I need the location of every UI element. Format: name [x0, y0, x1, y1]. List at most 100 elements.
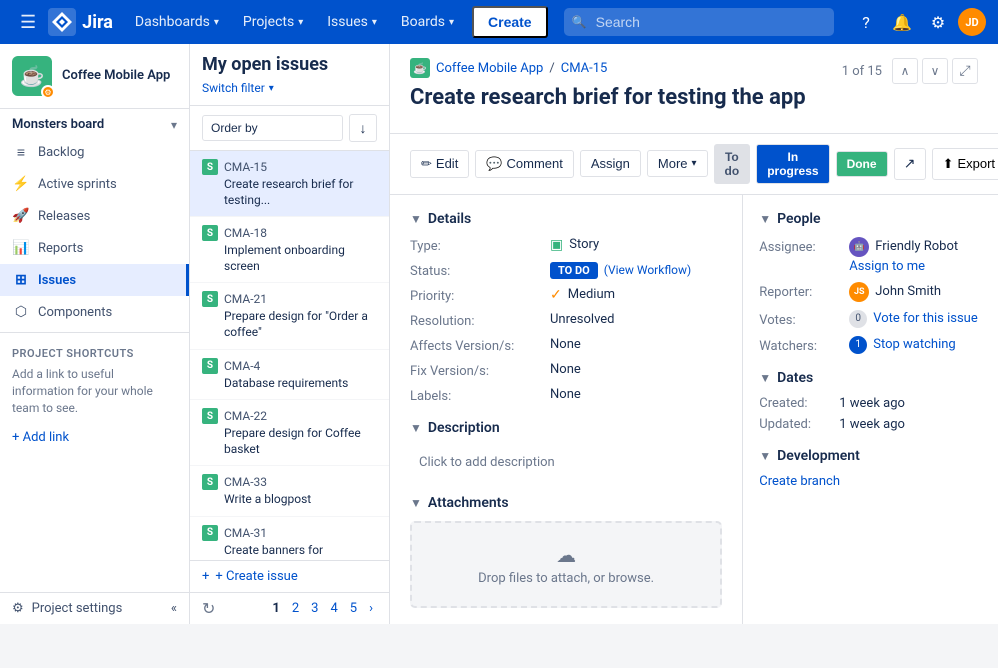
search-container — [564, 8, 834, 36]
add-link-button[interactable]: + Add link — [0, 426, 189, 449]
issue-nav-counter: 1 of 15 — [842, 64, 882, 79]
people-section-header[interactable]: ▼ People — [759, 211, 987, 227]
page-5[interactable]: 5 — [346, 599, 361, 618]
issue-list-item[interactable]: S CMA-31 Create banners for Facebook — [190, 517, 389, 560]
more-button[interactable]: More ▾ — [647, 150, 708, 177]
dev-toggle-icon: ▼ — [759, 449, 771, 463]
status-done-button[interactable]: Done — [836, 151, 888, 177]
share-button[interactable]: ↗ — [894, 148, 926, 180]
search-input[interactable] — [564, 8, 834, 36]
issue-list-item[interactable]: S CMA-15 Create research brief for testi… — [190, 151, 389, 217]
create-branch-link[interactable]: Create branch — [759, 474, 987, 489]
fix-value: None — [550, 362, 722, 377]
notifications-button[interactable]: 🔔 — [886, 6, 918, 38]
page-4[interactable]: 4 — [326, 599, 341, 618]
labels-label: Labels: — [410, 387, 550, 404]
create-issue-button[interactable]: + + Create issue — [190, 560, 389, 592]
issue-list-item[interactable]: S CMA-4 Database requirements — [190, 350, 389, 401]
project-settings[interactable]: ⚙ Project settings « — [0, 592, 189, 624]
labels-value: None — [550, 387, 722, 402]
status-inprogress-button[interactable]: In progress — [756, 144, 829, 184]
type-label: Type: — [410, 237, 550, 254]
watch-count-badge: 1 — [849, 336, 867, 354]
details-section: ▼ Details Type: ▣ Story — [410, 211, 722, 404]
reporter-label: Reporter: — [759, 282, 849, 300]
stop-watching-link[interactable]: Stop watching — [873, 337, 955, 352]
sidebar-item-components[interactable]: ⬡ Components — [0, 296, 189, 328]
issue-list-item[interactable]: S CMA-18 Implement onboarding screen — [190, 217, 389, 283]
watchers-row-inner: 1 Stop watching — [849, 336, 987, 354]
dates-section-header[interactable]: ▼ Dates — [759, 370, 987, 386]
switch-filter[interactable]: Switch filter ▾ — [202, 81, 377, 95]
settings-icon: ⚙ — [12, 601, 24, 616]
issue-title: Write a blogpost — [202, 492, 377, 508]
help-button[interactable]: ? — [850, 6, 882, 38]
issue-next-button[interactable]: ∨ — [922, 58, 948, 84]
board-collapse-icon: ▾ — [171, 118, 177, 132]
view-workflow-link[interactable]: (View Workflow) — [604, 263, 691, 277]
status-todo-button[interactable]: To do — [714, 144, 751, 184]
status-badge[interactable]: TO DO — [550, 262, 598, 279]
reporter-person: JS John Smith — [849, 282, 987, 302]
page-1[interactable]: 1 — [268, 599, 283, 618]
sidebar-item-backlog[interactable]: ≡ Backlog — [0, 136, 189, 168]
nav-issues[interactable]: Issues ▾ — [317, 8, 387, 36]
create-button[interactable]: Create — [472, 6, 548, 38]
dev-section-header[interactable]: ▼ Development — [759, 448, 987, 464]
breadcrumb-project[interactable]: Coffee Mobile App — [436, 61, 543, 76]
issue-list-item[interactable]: S CMA-33 Write a blogpost — [190, 466, 389, 517]
export-button[interactable]: ⬆ Export ▾ — [932, 148, 998, 180]
sidebar-item-issues[interactable]: ⊞ Issues — [0, 264, 189, 296]
assignee-person: 🤖 Friendly Robot — [849, 237, 987, 257]
shortcuts-text: Add a link to useful information for you… — [12, 366, 177, 416]
top-navigation: ☰ Jira Dashboards ▾ Projects ▾ Issues ▾ … — [0, 0, 998, 44]
comment-button[interactable]: 💬 Comment — [475, 150, 574, 178]
sidebar-item-active-sprints[interactable]: ⚡ Active sprints — [0, 168, 189, 200]
issue-detail-left: ☕ Coffee Mobile App / CMA-15 Create rese… — [410, 58, 842, 125]
page-next[interactable]: › — [365, 599, 377, 618]
page-3[interactable]: 3 — [307, 599, 322, 618]
user-avatar[interactable]: JD — [958, 8, 986, 36]
vote-link[interactable]: Vote for this issue — [873, 311, 977, 326]
priority-icon: ✓ — [550, 287, 562, 303]
issue-id: CMA-22 — [224, 409, 267, 423]
assign-to-me-link[interactable]: Assign to me — [849, 259, 987, 274]
order-by-select[interactable]: Order by — [202, 115, 343, 141]
edit-button[interactable]: ✏ Edit — [410, 150, 469, 178]
issue-id: CMA-21 — [224, 292, 267, 306]
hamburger-menu[interactable]: ☰ — [12, 8, 44, 37]
nav-projects[interactable]: Projects ▾ — [233, 8, 313, 36]
settings-button[interactable]: ⚙ — [922, 6, 954, 38]
attachments-section-header[interactable]: ▼ Attachments — [410, 495, 722, 511]
upload-icon: ☁ — [432, 543, 700, 567]
issue-expand-button[interactable]: ⤢ — [952, 58, 978, 84]
affects-value: None — [550, 337, 722, 352]
page-2[interactable]: 2 — [288, 599, 303, 618]
issue-title: Create banners for Facebook — [202, 543, 377, 560]
issue-list-item[interactable]: S CMA-22 Prepare design for Coffee baske… — [190, 400, 389, 466]
filter-bar: Order by ↓ — [190, 106, 389, 151]
issue-type-icon: S — [202, 525, 218, 541]
jira-logo[interactable]: Jira — [48, 8, 113, 36]
sort-direction-button[interactable]: ↓ — [349, 114, 377, 142]
more-chevron-icon: ▾ — [692, 158, 697, 169]
project-header[interactable]: ☕ ⚙ Coffee Mobile App — [0, 44, 189, 109]
issue-list-item[interactable]: S CMA-21 Prepare design for "Order a cof… — [190, 283, 389, 349]
nav-boards[interactable]: Boards ▾ — [391, 8, 464, 36]
description-content[interactable]: Click to add description — [410, 446, 722, 479]
assign-button[interactable]: Assign — [580, 150, 641, 177]
issue-prev-button[interactable]: ∧ — [892, 58, 918, 84]
detail-resolution-row: Resolution: Unresolved — [410, 312, 722, 329]
sidebar-collapse-icon[interactable]: « — [171, 601, 177, 616]
attachments-drop-zone[interactable]: ☁ Drop files to attach, or browse. — [410, 521, 722, 608]
updated-label: Updated: — [759, 417, 839, 432]
nav-dashboards[interactable]: Dashboards ▾ — [125, 8, 229, 36]
details-section-header[interactable]: ▼ Details — [410, 211, 722, 227]
breadcrumb-issue-id[interactable]: CMA-15 — [561, 61, 608, 76]
refresh-icon[interactable]: ↻ — [202, 599, 215, 618]
sidebar-item-reports[interactable]: 📊 Reports — [0, 232, 189, 264]
status-value: TO DO (View Workflow) — [550, 262, 722, 279]
sidebar-item-releases[interactable]: 🚀 Releases — [0, 200, 189, 232]
description-section-header[interactable]: ▼ Description — [410, 420, 722, 436]
board-header[interactable]: Monsters board ▾ — [0, 109, 189, 136]
